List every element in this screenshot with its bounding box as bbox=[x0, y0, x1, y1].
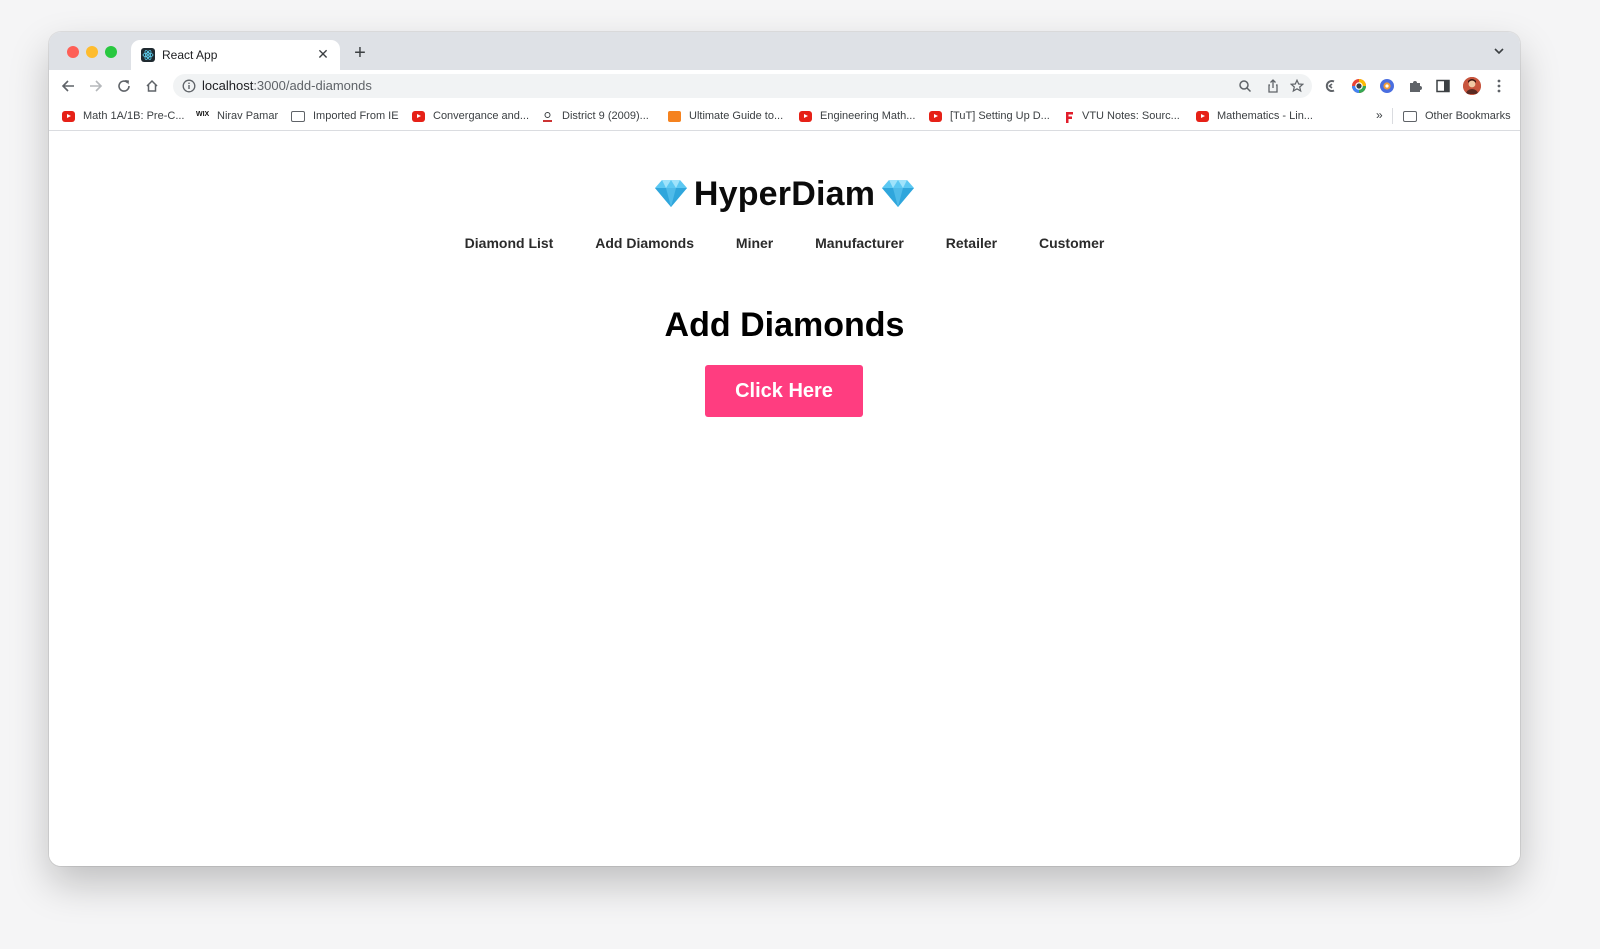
main-nav: Diamond List Add Diamonds Miner Manufact… bbox=[49, 235, 1520, 251]
bookmarks-divider bbox=[1392, 108, 1393, 124]
reload-icon[interactable] bbox=[114, 76, 134, 96]
nav-miner[interactable]: Miner bbox=[736, 235, 773, 251]
bookmark-item[interactable]: Mathematics - Lin... bbox=[1196, 109, 1313, 123]
extension-circle-icon[interactable] bbox=[1379, 78, 1395, 94]
minimize-window-button[interactable] bbox=[86, 46, 98, 58]
bookmark-item[interactable]: District 9 (2009)... bbox=[541, 109, 649, 123]
share-icon[interactable] bbox=[1266, 79, 1280, 93]
bookmark-item[interactable]: WIX Nirav Pamar bbox=[196, 109, 278, 123]
nav-diamond-list[interactable]: Diamond List bbox=[465, 235, 554, 251]
gem-icon bbox=[654, 180, 687, 207]
bookmark-item[interactable]: Imported From IE bbox=[291, 109, 399, 123]
url-text: localhost:3000/add-diamonds bbox=[202, 78, 372, 93]
youtube-icon bbox=[412, 110, 425, 122]
bookmark-item[interactable]: Convergance and... bbox=[412, 109, 529, 123]
home-icon[interactable] bbox=[142, 76, 162, 96]
sidepanel-icon[interactable] bbox=[1435, 78, 1451, 94]
bookmark-item[interactable]: VTU Notes: Sourc... bbox=[1065, 109, 1180, 123]
chevron-down-icon[interactable] bbox=[1492, 45, 1506, 57]
folder-icon bbox=[1403, 110, 1417, 122]
info-icon[interactable] bbox=[182, 79, 196, 93]
extension-color-icon[interactable] bbox=[1351, 78, 1367, 94]
browser-toolbar: localhost:3000/add-diamonds bbox=[49, 70, 1520, 102]
gem-icon bbox=[882, 180, 915, 207]
nav-add-diamonds[interactable]: Add Diamonds bbox=[595, 235, 694, 251]
avatar[interactable] bbox=[1463, 77, 1481, 95]
site-icon bbox=[668, 110, 681, 122]
wix-icon: WIX bbox=[196, 110, 210, 118]
youtube-icon bbox=[929, 110, 942, 122]
tab-strip: React App ✕ + bbox=[49, 32, 1520, 70]
kebab-menu-icon[interactable] bbox=[1491, 78, 1507, 94]
nav-retailer[interactable]: Retailer bbox=[946, 235, 997, 251]
youtube-icon bbox=[1196, 110, 1209, 122]
star-icon[interactable] bbox=[1290, 79, 1304, 93]
youtube-icon bbox=[799, 110, 812, 122]
tab-title: React App bbox=[162, 48, 218, 62]
click-here-button[interactable]: Click Here bbox=[705, 365, 863, 417]
browser-tab[interactable]: React App ✕ bbox=[131, 40, 340, 70]
puzzle-icon[interactable] bbox=[1407, 78, 1423, 94]
maximize-window-button[interactable] bbox=[105, 46, 117, 58]
site-icon bbox=[1065, 111, 1074, 123]
folder-icon bbox=[291, 110, 305, 122]
close-icon[interactable]: ✕ bbox=[314, 45, 332, 63]
bookmark-item[interactable]: Ultimate Guide to... bbox=[668, 109, 783, 123]
page-title: Add Diamonds bbox=[664, 306, 905, 344]
bookmarks-bar: Math 1A/1B: Pre-C... WIX Nirav Pamar Impo… bbox=[49, 102, 1520, 131]
new-tab-button[interactable]: + bbox=[349, 42, 371, 64]
brand-name: HyperDiam bbox=[693, 175, 876, 213]
bookmark-item[interactable]: Math 1A/1B: Pre-C... bbox=[62, 109, 184, 123]
bookmark-item[interactable]: Engineering Math... bbox=[799, 109, 915, 123]
bookmark-item[interactable]: [TuT] Setting Up D... bbox=[929, 109, 1050, 123]
react-icon bbox=[141, 48, 155, 62]
forward-icon[interactable] bbox=[86, 76, 106, 96]
other-bookmarks[interactable]: Other Bookmarks bbox=[1403, 109, 1511, 123]
youtube-icon bbox=[62, 110, 75, 122]
nav-manufacturer[interactable]: Manufacturer bbox=[815, 235, 904, 251]
more-bookmarks-button[interactable]: » bbox=[1376, 108, 1383, 122]
close-window-button[interactable] bbox=[67, 46, 79, 58]
site-icon bbox=[541, 111, 554, 122]
extension-c-icon[interactable] bbox=[1323, 78, 1339, 94]
nav-customer[interactable]: Customer bbox=[1039, 235, 1104, 251]
brand-title: HyperDiam bbox=[49, 175, 1520, 214]
page-content: HyperDiam Diamond List Add Diamonds Mine… bbox=[49, 131, 1520, 866]
address-bar[interactable]: localhost:3000/add-diamonds bbox=[173, 74, 1312, 98]
browser-window: React App ✕ + localhost:3000/add-diamond… bbox=[49, 32, 1520, 866]
zoom-icon[interactable] bbox=[1238, 79, 1252, 93]
back-icon[interactable] bbox=[58, 76, 78, 96]
